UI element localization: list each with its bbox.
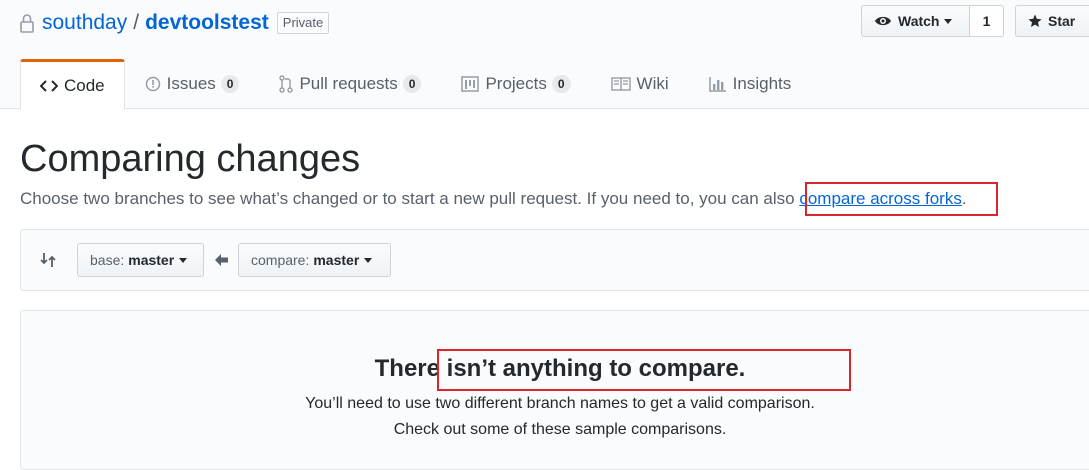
repo-owner-link[interactable]: southday xyxy=(42,11,127,35)
chevron-down-icon xyxy=(944,18,953,24)
graph-icon xyxy=(708,76,726,92)
base-label: base: xyxy=(90,252,125,268)
book-icon xyxy=(610,76,631,91)
highlight-box-link xyxy=(805,182,998,216)
base-branch-select[interactable]: base: master xyxy=(77,243,204,277)
project-icon xyxy=(461,75,480,92)
highlight-box-title xyxy=(437,349,851,391)
subtitle-text: Choose two branches to see what’s change… xyxy=(20,189,800,208)
tab-issues-label: Issues xyxy=(166,73,216,93)
tab-wiki[interactable]: Wiki xyxy=(591,59,689,108)
tab-insights[interactable]: Insights xyxy=(689,59,812,108)
star-label: Star xyxy=(1048,13,1076,29)
watch-count[interactable]: 1 xyxy=(970,5,1004,37)
base-value: master xyxy=(128,252,175,268)
compare-value: master xyxy=(313,252,360,268)
repo-header: southday / devtoolstest Private Watch 1 … xyxy=(0,0,1089,109)
range-editor: base: master compare: master xyxy=(20,229,1089,291)
issue-icon xyxy=(145,76,160,91)
tab-wiki-label: Wiki xyxy=(636,73,669,93)
watch-group: Watch 1 xyxy=(861,5,1004,37)
repo-name-link[interactable]: devtoolstest xyxy=(145,11,269,35)
chevron-down-icon xyxy=(179,257,188,263)
pull-request-icon xyxy=(279,74,294,93)
page-title: Comparing changes xyxy=(20,138,361,180)
arrow-left-icon xyxy=(215,254,228,266)
star-icon xyxy=(1028,14,1042,27)
lock-icon xyxy=(20,14,34,33)
tab-pull-requests-label: Pull requests xyxy=(299,73,398,93)
watch-label: Watch xyxy=(898,13,940,29)
tab-projects-label: Projects xyxy=(485,73,547,93)
projects-counter: 0 xyxy=(551,74,571,93)
compare-arrows-icon xyxy=(40,253,56,267)
tab-issues[interactable]: Issues 0 xyxy=(125,59,260,108)
repo-title: southday / devtoolstest Private xyxy=(20,8,330,38)
blankslate-sample-text: Check out some of these sample compariso… xyxy=(393,421,727,438)
repo-separator: / xyxy=(133,11,140,34)
eye-icon xyxy=(875,16,891,26)
repo-nav-tabs: Code Issues 0 Pull requests 0 Projects 0… xyxy=(20,59,811,109)
tab-code-label: Code xyxy=(64,75,105,95)
tab-pull-requests[interactable]: Pull requests 0 xyxy=(259,59,441,108)
tab-insights-label: Insights xyxy=(732,73,792,93)
tab-code[interactable]: Code xyxy=(20,59,125,109)
chevron-down-icon xyxy=(364,257,373,263)
compare-label: compare: xyxy=(251,252,310,268)
compare-branch-select[interactable]: compare: master xyxy=(238,243,391,277)
blankslate-message: You’ll need to use two different branch … xyxy=(305,395,815,412)
private-badge: Private xyxy=(276,12,330,34)
star-button[interactable]: Star xyxy=(1015,5,1089,37)
watch-button[interactable]: Watch xyxy=(861,5,970,37)
issues-counter: 0 xyxy=(220,74,240,93)
code-icon xyxy=(40,79,58,92)
pull-requests-counter: 0 xyxy=(402,74,422,93)
tab-projects[interactable]: Projects 0 xyxy=(441,59,590,108)
